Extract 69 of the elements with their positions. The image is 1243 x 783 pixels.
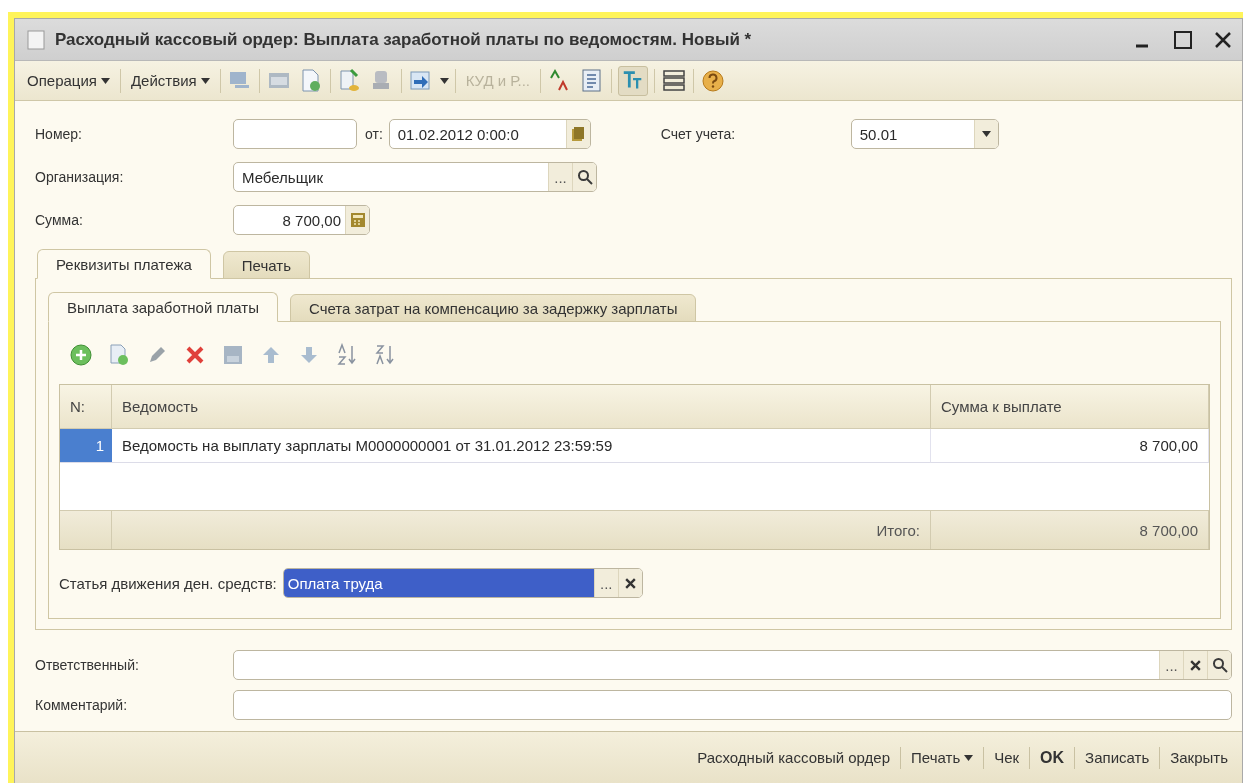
copy-icon[interactable] [107,343,131,367]
menu-button[interactable]: Печать [901,745,984,770]
dropdown-button[interactable] [973,120,998,148]
account-select[interactable]: 50.01 [850,119,999,149]
clear-button[interactable] [1183,651,1207,679]
action-button[interactable]: Закрыть [1160,745,1238,770]
clear-button[interactable] [617,569,642,597]
field-label: Комментарий: [35,697,129,713]
action-button[interactable]: Записать [1075,745,1160,770]
calculator-button[interactable] [345,206,369,234]
maximize-button[interactable] [1172,28,1194,51]
field-label: от: [365,126,383,142]
list-icon[interactable] [660,67,687,94]
window-title: Расходный кассовый ордер: Выплата заработной платы по ведомостям. Новый * [55,29,753,50]
menu-button[interactable]: Действия [126,70,214,91]
action-button[interactable]: Чек [984,745,1030,770]
organization-field[interactable]: Мебельщик ... [233,162,597,192]
sort-ascending-icon[interactable] [335,343,359,367]
column-header[interactable]: Сумма к выплате [931,385,1209,429]
row-number-cell[interactable]: 1 [60,429,112,463]
caret-icon [439,77,449,84]
tab[interactable]: Печать [222,251,310,279]
table-cell: 8 700,00 [931,429,1209,463]
menu-button[interactable]: Операция [23,70,114,91]
tab[interactable]: Счета затрат на компенсацию за задержку зарплаты [290,294,697,322]
comment-field[interactable] [233,690,1232,720]
select-button[interactable]: ... [593,569,618,597]
save-icon[interactable] [221,343,245,367]
sum-field[interactable]: 8 700,00 [233,205,370,235]
calculator-icon [349,212,366,228]
field-label: Счет учета: [660,126,737,142]
select-button[interactable]: ... [548,163,572,191]
footer-cell [60,511,112,549]
search-button[interactable] [1207,651,1231,679]
text-format-icon[interactable] [617,65,648,96]
clear-icon [1189,658,1202,672]
number-field[interactable] [233,119,357,149]
total-amount: 8 700,00 [931,511,1209,549]
caret-icon [200,77,210,84]
sort-descending-icon[interactable] [373,343,397,367]
search-icon [576,169,593,185]
field-label: Статья движения ден. средств: [59,574,277,592]
date-field[interactable]: 01.02.2012 0:00:0 [388,119,591,149]
field-label: Номер: [35,126,83,142]
caret-icon [100,77,110,84]
clear-icon [623,576,637,590]
cash-flow-field[interactable]: Оплата труда ... [282,568,643,598]
column-header[interactable]: N: [60,385,112,429]
tab[interactable]: Реквизиты платежа [37,249,211,279]
add-icon[interactable] [69,343,93,367]
select-button[interactable]: ... [1159,651,1183,679]
column-header[interactable]: Ведомость [112,385,931,429]
table-cell: Ведомость на выплату зарплаты М0000000001 от 31.01.2012 23:59:59 [112,429,931,463]
action-button[interactable]: Расходный кассовый ордер [687,745,901,770]
action-button[interactable]: OK [1030,744,1075,771]
caret-icon [964,754,974,761]
help-icon[interactable] [699,67,726,94]
responsible-field[interactable]: ... [233,650,1232,680]
caret-icon [981,131,991,137]
field-label: Ответственный: [35,657,140,673]
calendar-icon [571,126,586,142]
calendar-button[interactable] [565,120,590,148]
field-label: Организация: [35,169,125,185]
document-icon [27,29,45,50]
search-icon [1211,657,1228,673]
total-label: Итого: [112,511,931,549]
search-button[interactable] [572,163,596,191]
tab[interactable]: Выплата заработной платы [48,292,278,322]
field-label: Сумма: [35,212,84,228]
